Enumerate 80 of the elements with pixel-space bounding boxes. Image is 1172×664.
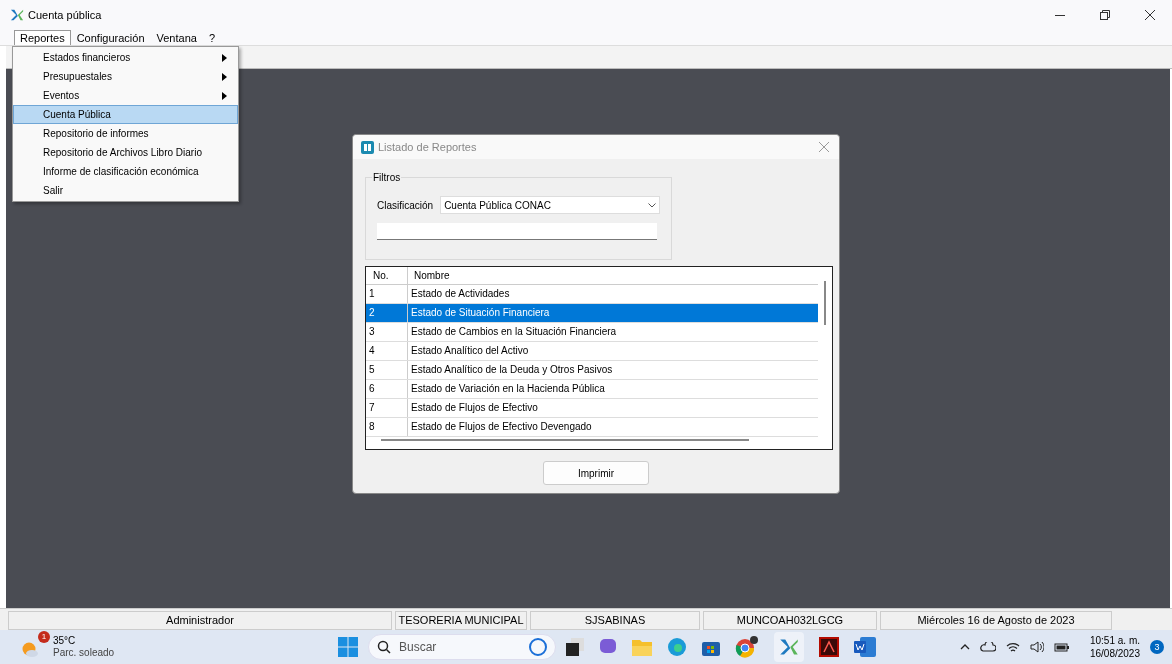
chat-icon[interactable] (599, 638, 617, 656)
status-bar-panel: Administrador (8, 611, 392, 630)
submenu-arrow-icon (222, 91, 227, 100)
app-logo-icon (10, 8, 24, 22)
chevron-down-icon (648, 202, 656, 208)
pdf-icon[interactable] (819, 637, 839, 657)
dialog-title: Listado de Reportes (378, 139, 477, 155)
close-icon (819, 142, 829, 152)
classification-dropdown[interactable]: Cuenta Pública CONAC (440, 196, 660, 214)
clock-time[interactable]: 10:51 a. m. (1089, 634, 1140, 647)
wifi-icon[interactable] (1005, 641, 1020, 653)
status-bar-panel: TESORERIA MUNICIPAL (395, 611, 527, 630)
menu-entry[interactable]: Informe de clasificación económica (13, 162, 238, 181)
table-cell-text: Estado de Variación en la Hacienda Pública (410, 382, 606, 396)
menu-item[interactable]: Reportes (14, 30, 71, 45)
table-row[interactable]: 8 Estado de Flujos de Efectivo Devengado (366, 418, 818, 437)
menu-entry[interactable]: Presupuestales (13, 67, 238, 86)
close-icon (1144, 10, 1155, 20)
table-cell-text: Estado de Situación Financiera (410, 306, 551, 320)
notification-badge: 1 (38, 631, 50, 643)
table-row[interactable]: 2 Estado de Situación Financiera (366, 304, 818, 323)
table-cell: 3 (366, 323, 408, 341)
column-header[interactable]: No. (366, 267, 408, 284)
submenu-arrow-icon (222, 53, 227, 62)
menu-entry[interactable]: Cuenta Pública (13, 105, 238, 124)
clock-date[interactable]: 16/08/2023 (1089, 647, 1140, 660)
app-logo-icon (779, 637, 799, 657)
cloud-icon[interactable] (979, 642, 996, 652)
window-title: Cuenta pública (28, 7, 102, 23)
print-button[interactable]: Imprimir (543, 461, 649, 485)
status-bar-panel: SJSABINAS (530, 611, 700, 630)
menu-entry[interactable]: Repositorio de Archivos Libro Diario (13, 143, 238, 162)
speaker-icon[interactable] (1029, 641, 1044, 653)
table-cell: 7 (366, 399, 408, 417)
table-cell-text: Estado de Flujos de Efectivo (410, 401, 539, 415)
menu-entry[interactable]: Eventos (13, 86, 238, 105)
table-cell: 4 (366, 342, 408, 360)
table-cell-text: Estado de Flujos de Efectivo Devengado (410, 420, 593, 434)
start-icon[interactable] (338, 637, 358, 657)
submenu-arrow-icon (222, 72, 227, 81)
notification-badge[interactable]: 3 (1150, 640, 1164, 654)
table-cell: 8 (366, 418, 408, 436)
taskbar-app-active[interactable] (774, 632, 804, 662)
table-row[interactable]: 6 Estado de Variación en la Hacienda Pública (366, 380, 818, 399)
table-row[interactable]: 7 Estado de Flujos de Efectivo (366, 399, 818, 418)
minimize-icon (1054, 14, 1065, 16)
table-cell: 6 (366, 380, 408, 398)
table-row[interactable]: 5 Estado Analítico de la Deuda y Otros Pasivos (366, 361, 818, 380)
battery-icon[interactable] (1053, 642, 1070, 652)
document-icon[interactable] (854, 637, 876, 657)
menu-item[interactable]: Ventana (150, 30, 203, 45)
weather-temperature: 35°C (53, 635, 77, 647)
table-cell: 2 (366, 304, 408, 322)
search-icon (377, 640, 391, 654)
column-header[interactable]: Nombre (408, 267, 818, 284)
table-cell: 5 (366, 361, 408, 379)
search-field[interactable] (377, 223, 657, 240)
table-row[interactable]: 3 Estado de Cambios en la Situación Financiera (366, 323, 818, 342)
restore-icon (1099, 10, 1110, 20)
menu-entry[interactable]: Estados financieros (13, 48, 238, 67)
table-row[interactable]: 4 Estado Analítico del Activo (366, 342, 818, 361)
table-cell-text: Estado Analítico de la Deuda y Otros Pasivos (410, 363, 614, 377)
search-box[interactable]: Buscar (368, 634, 556, 660)
table-cell-text: Estado Analítico del Activo (410, 344, 530, 358)
close-button[interactable] (817, 140, 831, 154)
chrome-icon[interactable] (735, 636, 759, 658)
menu-entry[interactable]: Repositorio de informes (13, 124, 238, 143)
book-icon (361, 140, 374, 154)
status-bar-panel: Miércoles 16 de Agosto de 2023 (880, 611, 1112, 630)
classification-label: Clasificación (377, 198, 434, 213)
status-bar-panel: MUNCOAH032LGCG (703, 611, 877, 630)
menu-item[interactable]: Configuración (70, 30, 151, 45)
table-cell-text: Estado de Actividades (410, 287, 511, 301)
weather-condition: Parc. soleado (53, 647, 115, 659)
table-cell: 1 (366, 285, 408, 303)
task-view-icon[interactable] (566, 638, 584, 656)
table-cell-text: Estado de Cambios en la Situación Financiera (410, 325, 618, 339)
menu-item[interactable]: ? (202, 30, 221, 45)
chevron-up-icon[interactable] (959, 644, 970, 650)
menu-entry[interactable]: Salir (13, 181, 238, 200)
